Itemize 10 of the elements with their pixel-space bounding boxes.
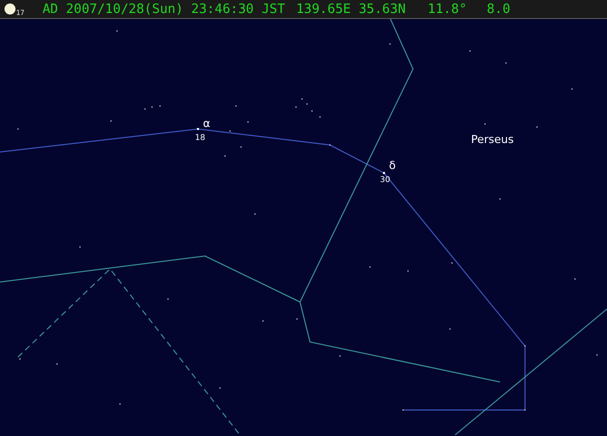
constellation-name: Perseus — [471, 132, 514, 148]
star-number: 18 — [195, 132, 206, 144]
star-letter: δ — [389, 158, 396, 174]
coordinates: 139.65E 35.63N — [296, 0, 406, 18]
date-time: AD 2007/10/28(Sun) 23:46:30 JST — [42, 0, 286, 18]
angle-reading: 11.8° — [428, 0, 467, 18]
magnitude-reading: 8.0 — [486, 0, 510, 18]
star-letter: α — [203, 116, 210, 132]
moon-icon — [4, 3, 16, 15]
star-number: 30 — [380, 174, 390, 186]
